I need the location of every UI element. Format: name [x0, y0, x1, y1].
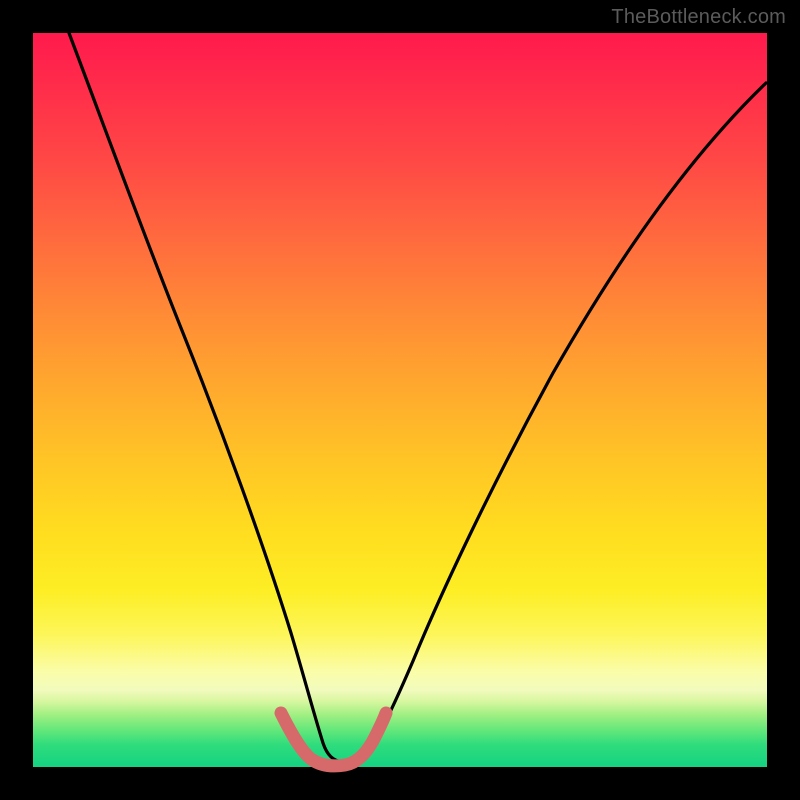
- plot-area: [33, 33, 767, 767]
- bottleneck-curve: [69, 33, 766, 762]
- watermark-text: TheBottleneck.com: [611, 6, 786, 29]
- chart-frame: TheBottleneck.com: [0, 0, 800, 800]
- curve-svg: [33, 33, 767, 767]
